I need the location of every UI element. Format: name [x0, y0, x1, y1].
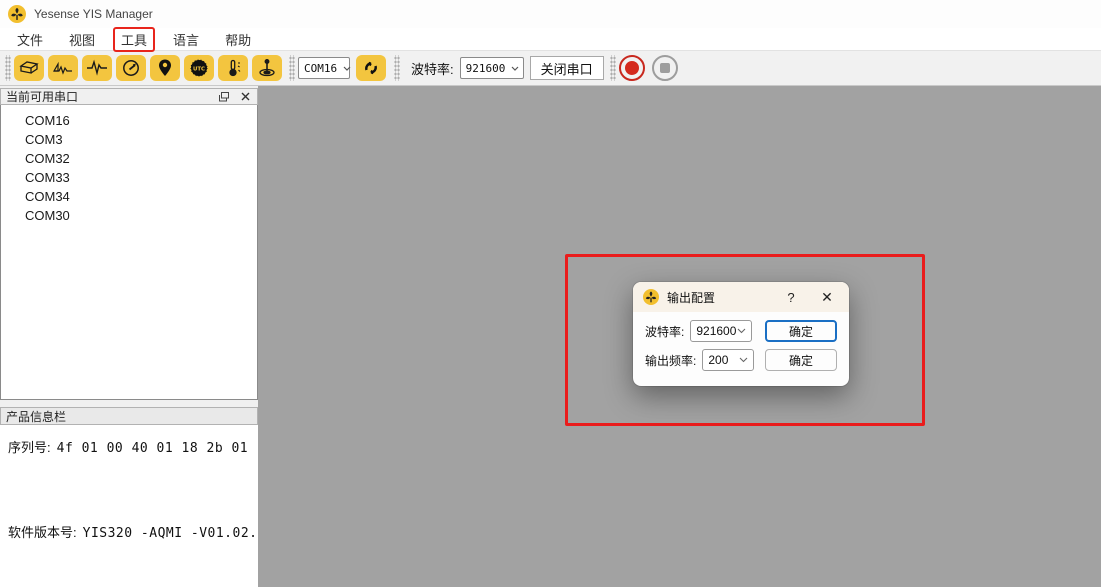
title-bar: Yesense YIS Manager: [0, 0, 1101, 28]
menu-tools[interactable]: 工具: [113, 27, 155, 52]
chevron-down-icon: [343, 66, 351, 71]
toolbar-drag-handle[interactable]: [610, 55, 616, 81]
menu-help[interactable]: 帮助: [218, 28, 258, 51]
close-serial-port-button[interactable]: 关闭串口: [530, 56, 604, 80]
close-panel-icon[interactable]: [238, 91, 252, 103]
dialog-help-button[interactable]: ?: [781, 290, 801, 305]
software-version-label: 软件版本号:: [8, 522, 77, 541]
dialog-title-bar[interactable]: 输出配置 ? ✕: [633, 282, 849, 312]
gauge-button[interactable]: [116, 55, 146, 81]
dialog-output-rate-select[interactable]: 200: [702, 349, 754, 371]
serial-panel-header: 当前可用串口: [0, 88, 258, 105]
record-button[interactable]: [619, 55, 645, 81]
toolbar-drag-handle[interactable]: [289, 55, 295, 81]
float-panel-icon[interactable]: [216, 91, 230, 103]
dialog-output-rate-ok-button[interactable]: 确定: [765, 349, 837, 371]
product-info-area: 序列号: 4f 01 00 40 01 18 2b 01 软件版本号: YIS3…: [0, 425, 258, 587]
dialog-output-rate-label: 输出频率:: [645, 352, 696, 369]
app-logo-icon: [8, 5, 26, 23]
dialog-baud-ok-button[interactable]: 确定: [765, 320, 837, 342]
port-select[interactable]: COM16: [298, 57, 350, 79]
toolbar-drag-handle[interactable]: [5, 55, 11, 81]
port-list: COM16 COM3 COM32 COM33 COM34 COM30: [0, 105, 258, 400]
port-list-item[interactable]: COM3: [1, 130, 257, 149]
refresh-ports-button[interactable]: [356, 55, 386, 81]
serial-ports-panel: 当前可用串口 COM16 COM3 COM32 COM33 COM34: [0, 86, 258, 587]
baud-rate-row: 波特率: 921600 确定: [645, 320, 837, 342]
toolbar: UTC COM16: [0, 51, 1101, 86]
product-info-header: 产品信息栏: [0, 407, 258, 425]
port-list-item[interactable]: COM34: [1, 187, 257, 206]
app-window: Yesense YIS Manager 文件 视图 工具 语言 帮助: [0, 0, 1101, 587]
dialog-baud-label: 波特率:: [645, 323, 684, 340]
product-info-title: 产品信息栏: [6, 408, 66, 425]
port-list-item[interactable]: COM16: [1, 111, 257, 130]
menu-bar: 文件 视图 工具 语言 帮助: [0, 28, 1101, 51]
record-icon: [625, 61, 639, 75]
output-config-dialog: 输出配置 ? ✕ 波特率: 921600 确定 输出频率:: [633, 282, 849, 386]
dialog-app-icon: [643, 289, 659, 305]
software-version-row: 软件版本号: YIS320 -AQMI -V01.02.03;: [8, 522, 250, 541]
main-area: 当前可用串口 COM16 COM3 COM32 COM33 COM34: [0, 86, 1101, 587]
thermometer-button[interactable]: [218, 55, 248, 81]
chevron-down-icon: [511, 66, 519, 71]
dialog-title: 输出配置: [667, 289, 715, 306]
serial-number-label: 序列号:: [8, 437, 51, 456]
port-list-item[interactable]: COM32: [1, 149, 257, 168]
svg-text:UTC: UTC: [193, 66, 205, 72]
software-version-value: YIS320 -AQMI -V01.02.03;: [83, 526, 283, 541]
dialog-body: 波特率: 921600 确定 输出频率: 200 确定: [633, 312, 849, 371]
toolbar-drag-handle[interactable]: [394, 55, 400, 81]
baud-rate-value: 921600: [466, 62, 506, 75]
dialog-baud-value: 921600: [696, 324, 736, 338]
serial-number-row: 序列号: 4f 01 00 40 01 18 2b 01: [8, 437, 250, 456]
stop-button[interactable]: [652, 55, 678, 81]
chevron-down-icon: [737, 328, 746, 334]
serial-number-value: 4f 01 00 40 01 18 2b 01: [57, 441, 249, 456]
dialog-baud-select[interactable]: 921600: [690, 320, 752, 342]
dialog-close-button[interactable]: ✕: [815, 289, 839, 306]
output-rate-row: 输出频率: 200 确定: [645, 349, 837, 371]
angle-waveform-button[interactable]: [48, 55, 78, 81]
port-list-item[interactable]: COM33: [1, 168, 257, 187]
serial-panel-title: 当前可用串口: [6, 88, 78, 105]
pin-marker-button[interactable]: [252, 55, 282, 81]
port-list-item[interactable]: COM30: [1, 206, 257, 225]
location-pin-button[interactable]: [150, 55, 180, 81]
window-title: Yesense YIS Manager: [34, 7, 153, 21]
menu-language[interactable]: 语言: [166, 28, 206, 51]
baud-rate-label: 波特率:: [411, 59, 454, 78]
menu-file[interactable]: 文件: [10, 28, 50, 51]
pulse-waveform-button[interactable]: [82, 55, 112, 81]
cube-3d-button[interactable]: [14, 55, 44, 81]
port-select-value: COM16: [304, 62, 337, 75]
workspace-canvas: 输出配置 ? ✕ 波特率: 921600 确定 输出频率:: [258, 86, 1101, 587]
menu-view[interactable]: 视图: [62, 28, 102, 51]
baud-rate-select[interactable]: 921600: [460, 57, 524, 79]
chevron-down-icon: [739, 357, 748, 363]
dialog-output-rate-value: 200: [708, 353, 728, 367]
utc-clock-button[interactable]: UTC: [184, 55, 214, 81]
stop-icon: [660, 63, 670, 73]
